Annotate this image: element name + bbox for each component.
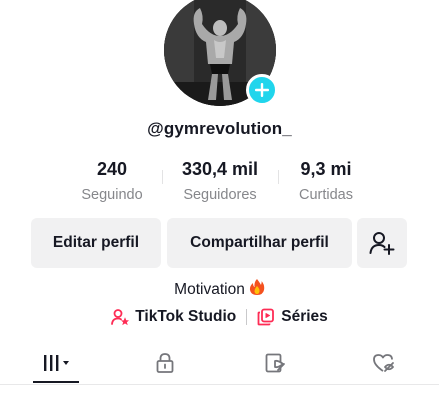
tab-private[interactable] <box>135 342 195 384</box>
following-count: 240 <box>96 159 128 179</box>
avatar[interactable] <box>164 0 278 106</box>
stat-likes[interactable]: 9,3 mi Curtidas <box>288 158 364 204</box>
stat-divider <box>162 170 163 184</box>
content-tabs <box>0 342 439 384</box>
tab-videos[interactable] <box>28 342 88 384</box>
add-friend-button[interactable] <box>357 218 407 268</box>
following-label: Seguindo <box>81 187 143 203</box>
tabs-divider <box>0 384 439 385</box>
stat-followers[interactable]: 330,4 mil Seguidores <box>172 158 268 204</box>
stat-following[interactable]: 240 Seguindo <box>72 158 152 204</box>
stat-divider <box>278 170 279 184</box>
likes-label: Curtidas <box>299 187 353 203</box>
share-profile-button[interactable]: Compartilhar perfil <box>167 218 352 268</box>
series-icon <box>257 308 275 326</box>
active-tab-indicator <box>33 381 79 383</box>
profile-links: TikTok Studio Séries <box>0 308 439 326</box>
tiktok-studio-link[interactable]: TikTok Studio <box>111 308 236 326</box>
add-user-icon <box>369 232 395 255</box>
edit-profile-button[interactable]: Editar perfil <box>31 218 161 268</box>
lock-icon <box>156 353 174 373</box>
tab-liked[interactable] <box>354 342 414 384</box>
tab-reposts[interactable] <box>245 342 305 384</box>
fire-emoji <box>249 278 265 301</box>
repost-icon <box>265 353 285 373</box>
plus-icon <box>255 83 269 97</box>
fire-icon <box>249 279 265 295</box>
followers-label: Seguidores <box>183 187 257 203</box>
stats-row: 240 Seguindo 330,4 mil Seguidores 9,3 mi… <box>0 158 439 208</box>
series-link[interactable]: Séries <box>257 308 328 326</box>
series-label: Séries <box>281 308 328 325</box>
username: @gymrevolution_ <box>147 119 292 138</box>
liked-hidden-icon <box>373 354 394 372</box>
bio-text: Motivation <box>174 280 245 298</box>
likes-count: 9,3 mi <box>300 159 352 179</box>
studio-icon <box>111 309 130 326</box>
links-separator <box>246 309 248 325</box>
grid-icon <box>44 355 69 371</box>
add-story-button[interactable] <box>246 74 278 106</box>
followers-count: 330,4 mil <box>181 159 259 179</box>
bio: Motivation <box>0 278 439 301</box>
tiktok-studio-label: TikTok Studio <box>135 308 237 325</box>
